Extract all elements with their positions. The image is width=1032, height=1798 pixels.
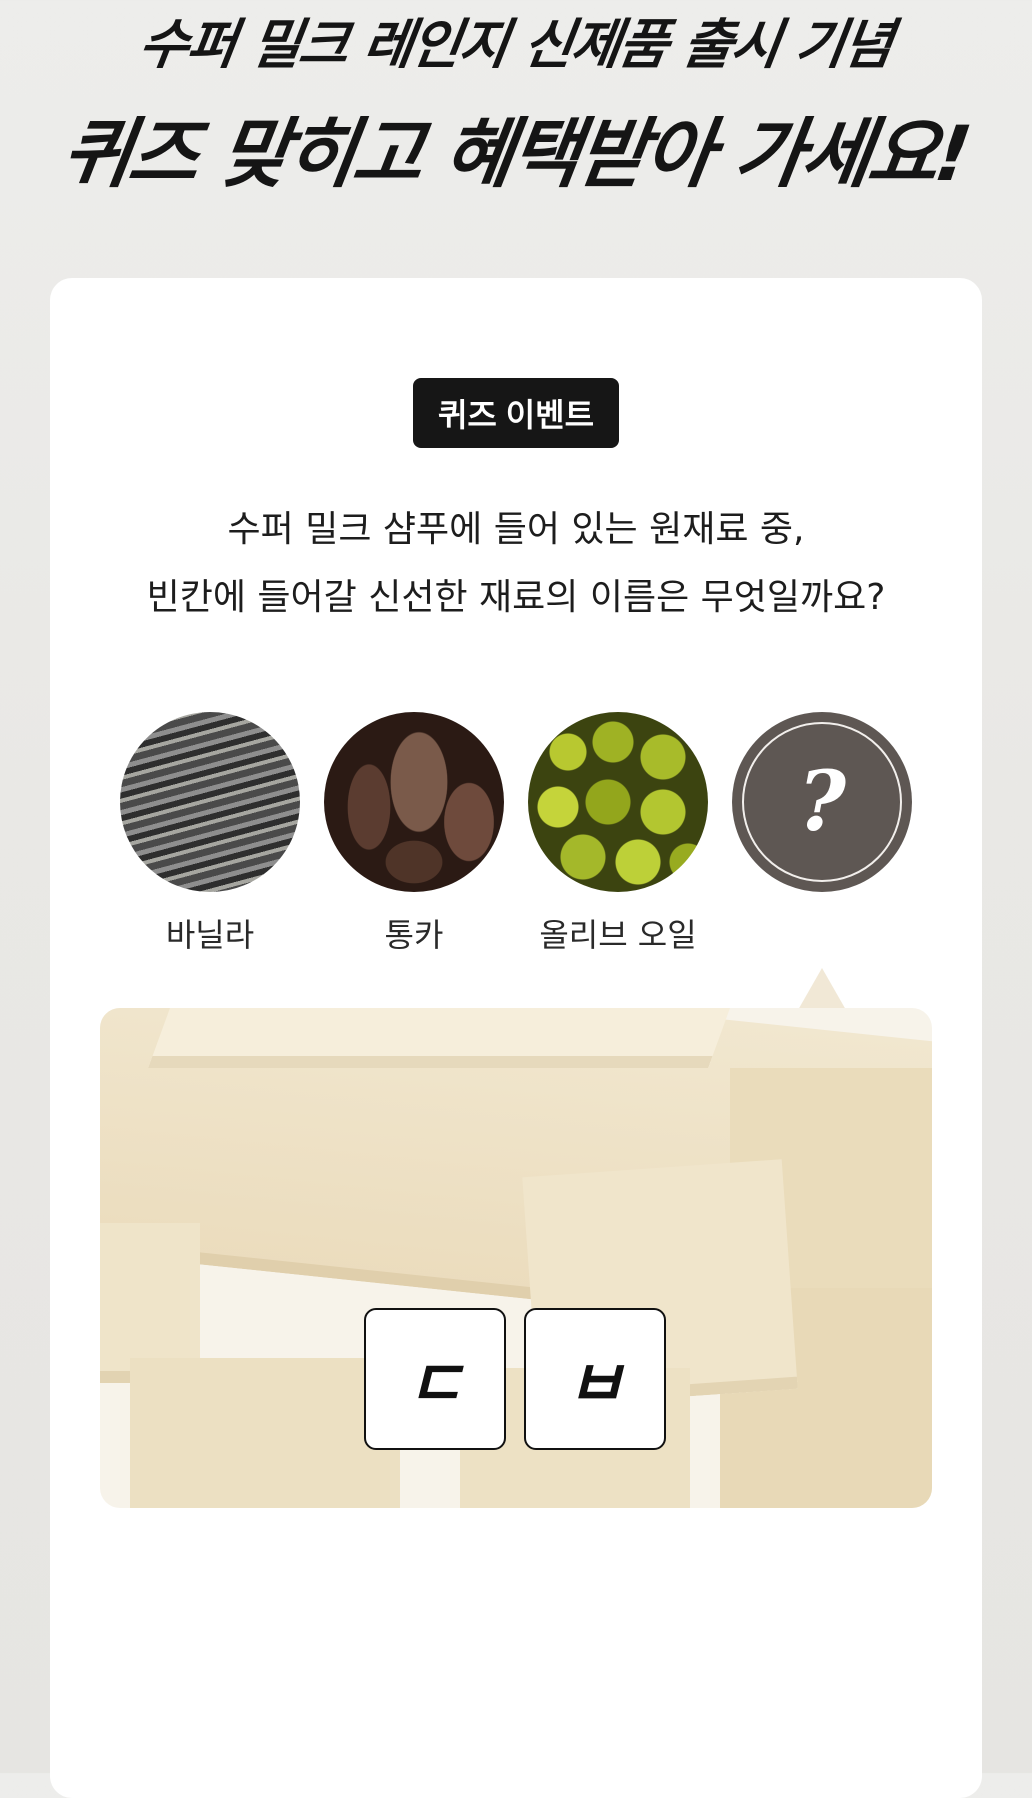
headline-line2: 퀴즈 맞히고 혜택받아 가세요! [56, 109, 974, 198]
tofu-image: ㄷ ㅂ [100, 1008, 932, 1508]
answer-box-1[interactable]: ㄷ [364, 1308, 506, 1450]
ingredient-tonka: 통카 [324, 712, 504, 954]
question-mark-icon: ? [797, 754, 847, 850]
tofu-block [130, 1358, 400, 1508]
ingredient-mystery: ? [732, 712, 912, 892]
headline-line1: 수퍼 밀크 레인지 신제품 출시 기념 [135, 13, 896, 76]
ingredient-vanilla: 바닐라 [120, 712, 300, 954]
tonka-image [324, 712, 504, 892]
question-line1: 수퍼 밀크 샴푸에 들어 있는 원재료 중, [227, 509, 805, 550]
mystery-ingredient: ? [732, 712, 912, 892]
ingredient-label: 올리브 오일 [539, 916, 697, 954]
question-line2: 빈칸에 들어갈 신선한 재료의 이름은 무엇일까요? [146, 577, 886, 618]
tofu-block [148, 1008, 752, 1068]
answer-box-2[interactable]: ㅂ [524, 1308, 666, 1450]
ingredient-olive-oil: 올리브 오일 [528, 712, 708, 954]
quiz-card: 퀴즈 이벤트 수퍼 밀크 샴푸에 들어 있는 원재료 중, 빈칸에 들어갈 신선… [50, 278, 982, 1798]
vanilla-image [120, 712, 300, 892]
quiz-event-badge: 퀴즈 이벤트 [413, 378, 619, 448]
speech-pointer [798, 968, 846, 1010]
olive-image [528, 712, 708, 892]
